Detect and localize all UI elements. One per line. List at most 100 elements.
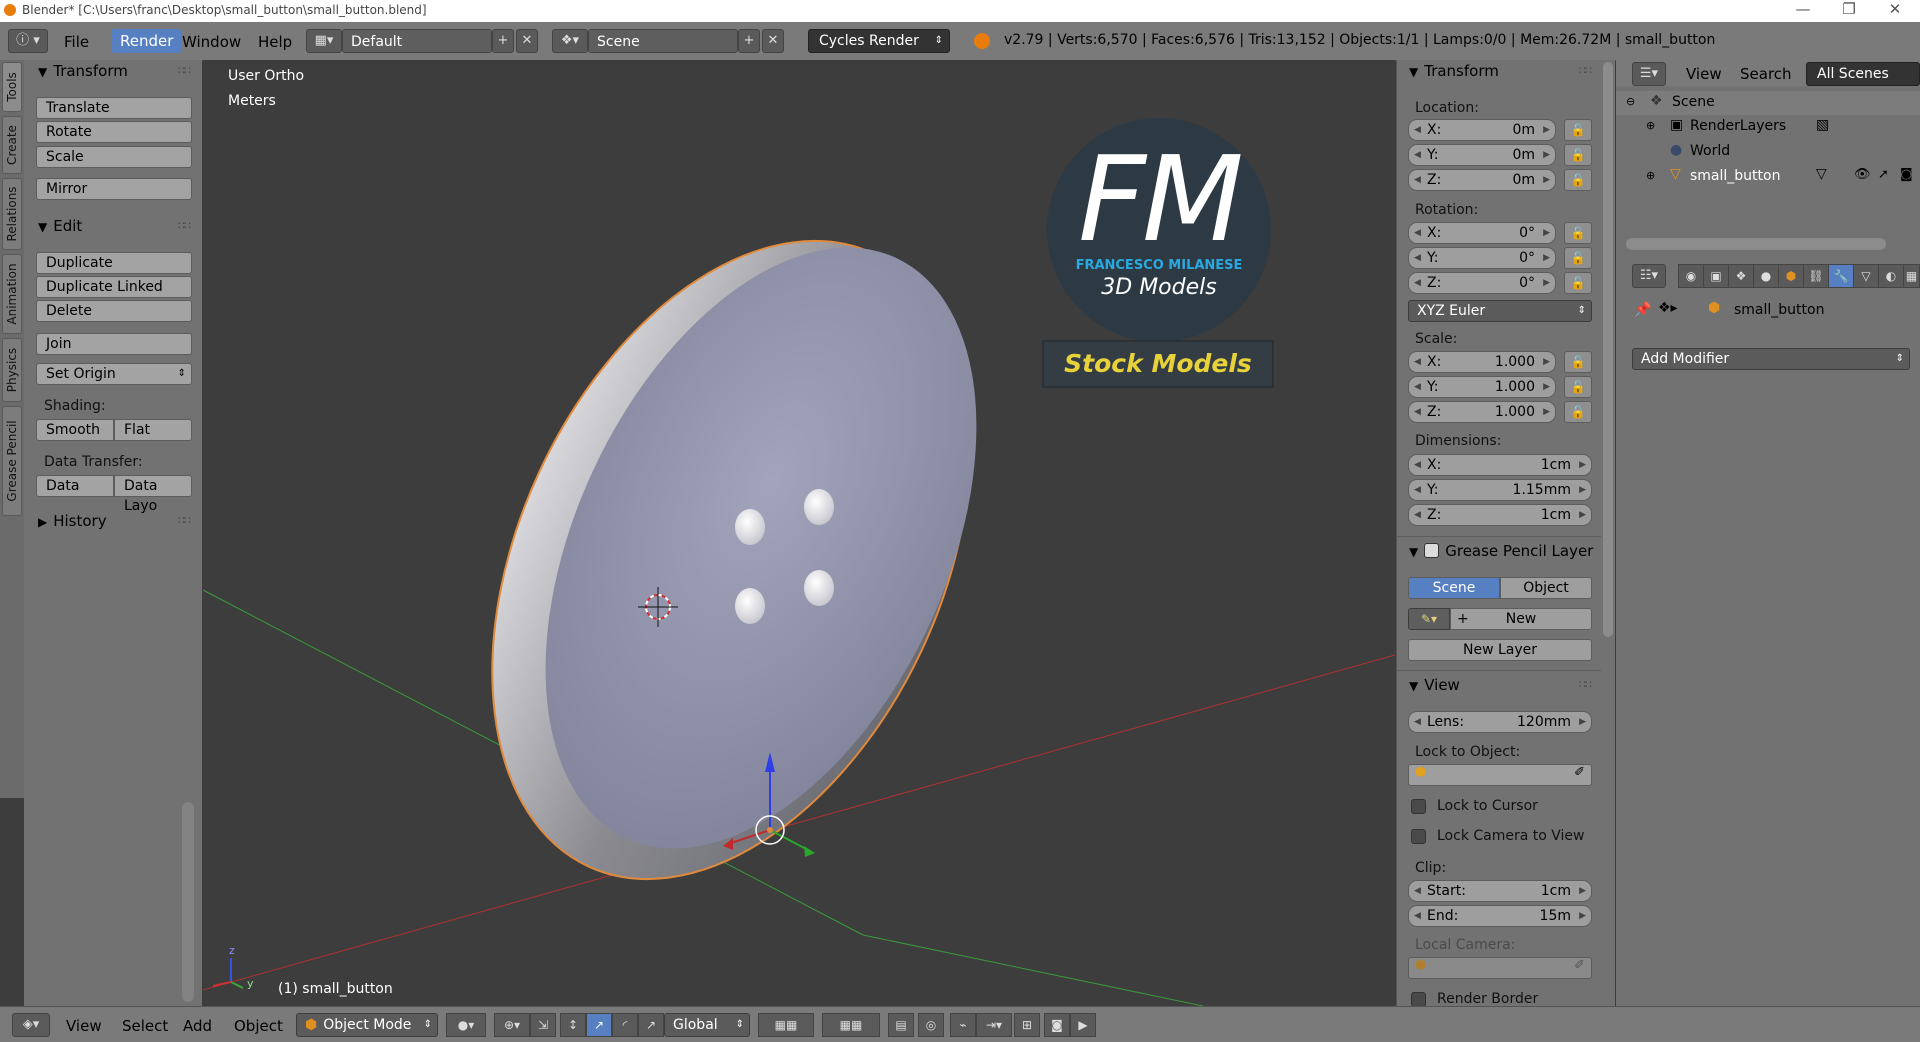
- manipulator-toggle-icon[interactable]: ⇲: [530, 1013, 556, 1037]
- lock-icon[interactable]: 🔓: [1564, 222, 1592, 244]
- viewport-shading-icon[interactable]: ●▾: [446, 1013, 486, 1037]
- modifiers-tab-icon[interactable]: 🔧: [1828, 264, 1854, 288]
- arrow-left-icon[interactable]: ◀: [1414, 455, 1421, 475]
- outliner-item-world[interactable]: ● World: [1616, 140, 1920, 164]
- outliner-item-scene[interactable]: ⊖ ❖ Scene: [1616, 91, 1920, 115]
- scale-x-field[interactable]: ◀ X: 1.000 ▶: [1408, 351, 1556, 373]
- tab-create[interactable]: Create: [2, 116, 22, 174]
- lock-icon[interactable]: 🔓: [1564, 247, 1592, 269]
- arrow-right-icon[interactable]: ▶: [1579, 881, 1586, 901]
- proportional-edit-icon[interactable]: ◎: [918, 1013, 944, 1037]
- arrow-left-icon[interactable]: ◀: [1414, 881, 1421, 901]
- outliner-item-small-button[interactable]: ⊕ ▽ small_button ▽ 👁 ➚ ◙: [1616, 165, 1920, 189]
- view-panel-header[interactable]: ▼ View: [1409, 676, 1460, 694]
- render-border-checkbox[interactable]: [1411, 992, 1426, 1007]
- editor-type-3d-view-icon[interactable]: ◈▾: [12, 1013, 50, 1037]
- rotation-z-field[interactable]: ◀ Z: 0° ▶: [1408, 272, 1556, 294]
- manipulator-rotate-icon[interactable]: ↗: [586, 1013, 612, 1037]
- arrow-right-icon[interactable]: ▶: [1579, 455, 1586, 475]
- lock-icon[interactable]: 🔓: [1564, 144, 1592, 166]
- arrow-right-icon[interactable]: ▶: [1579, 712, 1586, 732]
- material-tab-icon[interactable]: ◐: [1878, 264, 1904, 288]
- grip-icon[interactable]: ∷∷: [1579, 678, 1592, 691]
- arrow-right-icon[interactable]: ▶: [1579, 906, 1586, 926]
- grip-icon[interactable]: ∷∷: [178, 64, 191, 77]
- snap-target-icon[interactable]: ⊞: [1014, 1013, 1040, 1037]
- arrow-left-icon[interactable]: ◀: [1414, 906, 1421, 926]
- screen-layout-field[interactable]: Default: [342, 29, 492, 53]
- set-origin-select[interactable]: Set Origin ⇕: [36, 363, 192, 385]
- menu-select[interactable]: Select: [122, 1017, 168, 1035]
- arrow-right-icon[interactable]: ▶: [1543, 145, 1550, 165]
- manipulator-scale-icon[interactable]: ◜: [612, 1013, 638, 1037]
- remove-scene-icon[interactable]: ✕: [762, 29, 784, 53]
- properties-editor-type-icon[interactable]: ☷▾: [1632, 264, 1666, 288]
- arrow-left-icon[interactable]: ◀: [1414, 273, 1421, 293]
- rotation-y-field[interactable]: ◀ Y: 0° ▶: [1408, 247, 1556, 269]
- flat-shading-button[interactable]: Flat: [114, 419, 192, 441]
- transform-panel-header[interactable]: ▼ Transform: [38, 62, 128, 80]
- local-camera-field[interactable]: ⬢ ✐: [1408, 957, 1592, 979]
- smooth-shading-button[interactable]: Smooth: [36, 419, 114, 441]
- arrow-right-icon[interactable]: ▶: [1543, 223, 1550, 243]
- lock-camera-checkbox[interactable]: [1411, 829, 1426, 844]
- location-z-field[interactable]: ◀ Z: 0m ▶: [1408, 169, 1556, 191]
- eyedropper-icon[interactable]: ✐: [1574, 765, 1585, 780]
- close-button[interactable]: ✕: [1872, 0, 1918, 18]
- constraints-tab-icon[interactable]: ⛓: [1803, 264, 1829, 288]
- 3d-viewport[interactable]: z y User Ortho Meters (1) small_button F…: [203, 60, 1395, 1006]
- outliner-item-renderlayers[interactable]: ⊕ ▣ RenderLayers ▧: [1616, 115, 1920, 139]
- arrow-left-icon[interactable]: ◀: [1414, 377, 1421, 397]
- manipulator-combo-icon[interactable]: ↗: [638, 1013, 664, 1037]
- render-engine-select[interactable]: Cycles Render ⇕: [808, 29, 950, 53]
- translate-button[interactable]: Translate: [36, 97, 192, 119]
- render-still-icon[interactable]: ◙: [1044, 1013, 1070, 1037]
- pin-icon[interactable]: 📌: [1634, 302, 1651, 318]
- scale-y-field[interactable]: ◀ Y: 1.000 ▶: [1408, 376, 1556, 398]
- arrow-left-icon[interactable]: ◀: [1414, 505, 1421, 525]
- dimension-x-field[interactable]: ◀ X: 1cm ▶: [1408, 454, 1592, 476]
- dimension-z-field[interactable]: ◀ Z: 1cm ▶: [1408, 504, 1592, 526]
- scene-field[interactable]: Scene: [588, 29, 738, 53]
- join-button[interactable]: Join: [36, 333, 192, 355]
- lock-icon[interactable]: 🔓: [1564, 119, 1592, 141]
- transform-orientation-select[interactable]: Global ⇕: [664, 1013, 750, 1037]
- menu-file[interactable]: File: [64, 33, 89, 51]
- arrow-right-icon[interactable]: ▶: [1579, 480, 1586, 500]
- arrow-right-icon[interactable]: ▶: [1543, 402, 1550, 422]
- expand-minus-icon[interactable]: ⊖: [1626, 95, 1635, 108]
- arrow-left-icon[interactable]: ◀: [1414, 120, 1421, 140]
- tab-grease-pencil[interactable]: Grease Pencil: [2, 406, 22, 516]
- arrow-right-icon[interactable]: ▶: [1543, 273, 1550, 293]
- scene-tab-icon[interactable]: ❖: [1728, 264, 1754, 288]
- grease-pencil-layer-header[interactable]: ▼ Grease Pencil Layer: [1409, 542, 1593, 560]
- data-tab-icon[interactable]: ▽: [1853, 264, 1879, 288]
- lock-object-field[interactable]: ⬢ ✐: [1408, 764, 1592, 786]
- lock-layers-icon[interactable]: ▤: [888, 1013, 914, 1037]
- location-x-field[interactable]: ◀ X: 0m ▶: [1408, 119, 1556, 141]
- rotation-x-field[interactable]: ◀ X: 0° ▶: [1408, 222, 1556, 244]
- lock-icon[interactable]: 🔓: [1564, 272, 1592, 294]
- properties-region-scrollbar[interactable]: [1603, 62, 1613, 637]
- clip-end-field[interactable]: ◀ End: 15m ▶: [1408, 905, 1592, 927]
- add-scene-icon[interactable]: +: [738, 29, 760, 53]
- duplicate-linked-button[interactable]: Duplicate Linked: [36, 276, 192, 298]
- lens-field[interactable]: ◀ Lens: 120mm ▶: [1408, 711, 1592, 733]
- tab-animation[interactable]: Animation: [2, 254, 22, 334]
- remove-layout-icon[interactable]: ✕: [516, 29, 538, 53]
- render-animation-icon[interactable]: ▶: [1070, 1013, 1096, 1037]
- outliner-editor-type-icon[interactable]: ☰▾: [1632, 62, 1666, 86]
- lock-icon[interactable]: 🔓: [1564, 169, 1592, 191]
- mirror-button[interactable]: Mirror: [36, 178, 192, 200]
- cursor-select-icon[interactable]: ➚: [1878, 167, 1889, 182]
- scene-layers-2-icon[interactable]: ▦▦: [822, 1013, 880, 1037]
- gp-scene-toggle[interactable]: Scene: [1408, 577, 1500, 599]
- lock-icon[interactable]: 🔓: [1564, 351, 1592, 373]
- expand-plus-icon[interactable]: ⊕: [1646, 169, 1655, 182]
- texture-tab-icon[interactable]: ▦: [1903, 264, 1920, 288]
- restore-button[interactable]: ❐: [1826, 0, 1872, 18]
- arrow-left-icon[interactable]: ◀: [1414, 223, 1421, 243]
- gp-new-button[interactable]: + New: [1450, 608, 1592, 630]
- clip-start-field[interactable]: ◀ Start: 1cm ▶: [1408, 880, 1592, 902]
- pencil-icon[interactable]: ✎▾: [1408, 608, 1450, 630]
